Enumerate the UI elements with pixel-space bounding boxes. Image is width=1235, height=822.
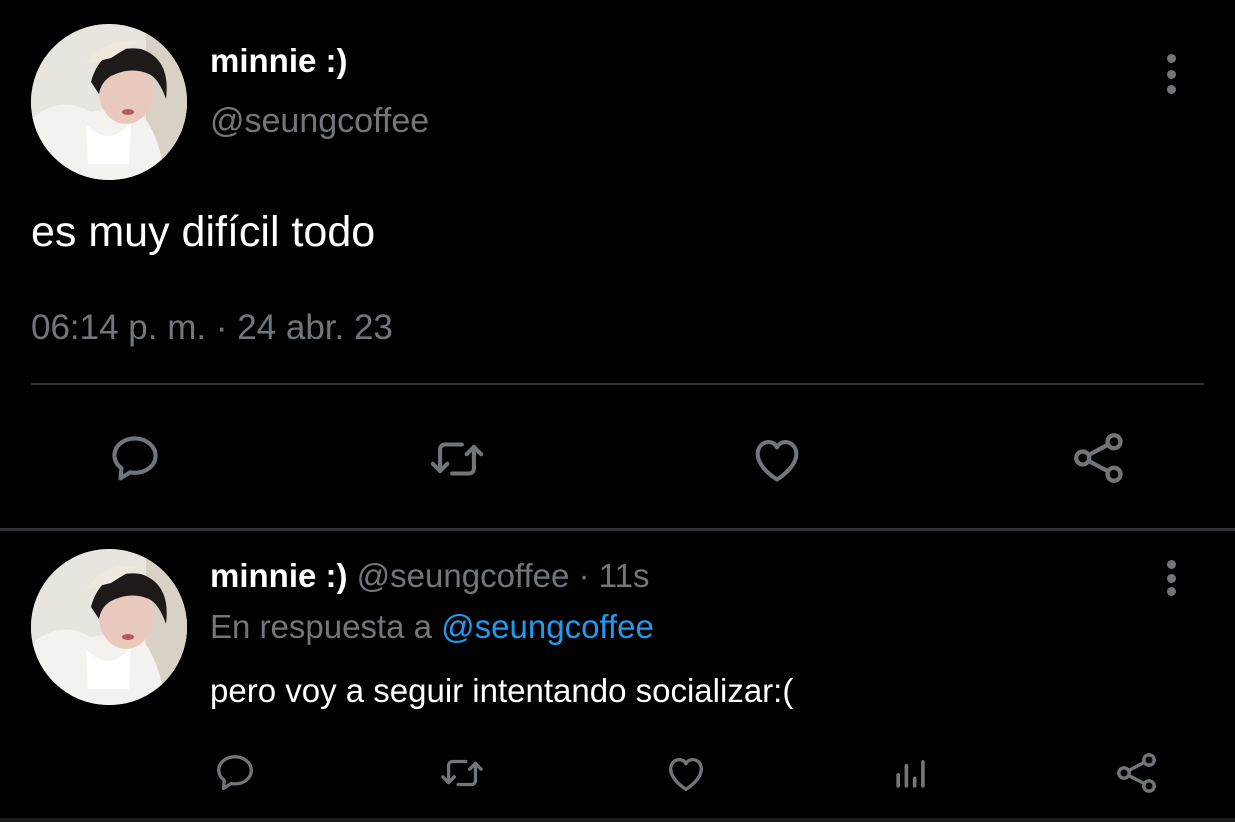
share-icon[interactable]	[1069, 428, 1129, 488]
reply-icon[interactable]	[106, 430, 164, 488]
username-handle[interactable]: @seungcoffee	[210, 102, 429, 141]
dot	[1166, 587, 1176, 596]
dot	[1166, 85, 1176, 94]
tweet-text: pero voy a seguir intentando socializar:…	[210, 672, 794, 709]
section-divider	[0, 528, 1235, 531]
retweet-icon[interactable]	[438, 750, 486, 796]
dot	[1166, 560, 1176, 569]
username-handle[interactable]: @seungcoffee	[357, 557, 570, 594]
reply-to-link[interactable]: @seungcoffee	[441, 608, 654, 645]
like-icon[interactable]	[748, 430, 806, 488]
reply-prefix: En respuesta a	[210, 608, 432, 645]
reply-header: minnie :) @seungcoffee · 11s	[210, 557, 650, 595]
divider	[0, 818, 1235, 822]
dot	[1166, 54, 1176, 63]
dot	[1166, 69, 1176, 79]
separator: ·	[578, 557, 590, 594]
like-icon[interactable]	[663, 750, 709, 796]
avatar[interactable]	[31, 549, 187, 705]
share-icon[interactable]	[1113, 749, 1161, 797]
tweet-text: es muy difícil todo	[31, 208, 376, 256]
reply-icon[interactable]	[212, 750, 258, 796]
more-options-icon[interactable]	[1156, 50, 1186, 98]
more-options-icon[interactable]	[1156, 556, 1186, 600]
dot	[1166, 573, 1176, 583]
avatar-photo	[31, 24, 187, 180]
retweet-icon[interactable]	[427, 430, 487, 488]
divider	[31, 383, 1204, 385]
display-name[interactable]: minnie :)	[210, 557, 348, 594]
display-name[interactable]: minnie :)	[210, 42, 348, 80]
tweet-time[interactable]: 11s	[599, 557, 650, 594]
tweet-timestamp[interactable]: 06:14 p. m. · 24 abr. 23	[31, 308, 393, 348]
analytics-icon[interactable]	[889, 750, 933, 796]
avatar[interactable]	[31, 24, 187, 180]
reply-context: En respuesta a @seungcoffee	[210, 608, 654, 646]
avatar-photo	[31, 549, 187, 705]
tweet-thread: minnie :) @seungcoffee es muy difícil to…	[0, 0, 1235, 822]
